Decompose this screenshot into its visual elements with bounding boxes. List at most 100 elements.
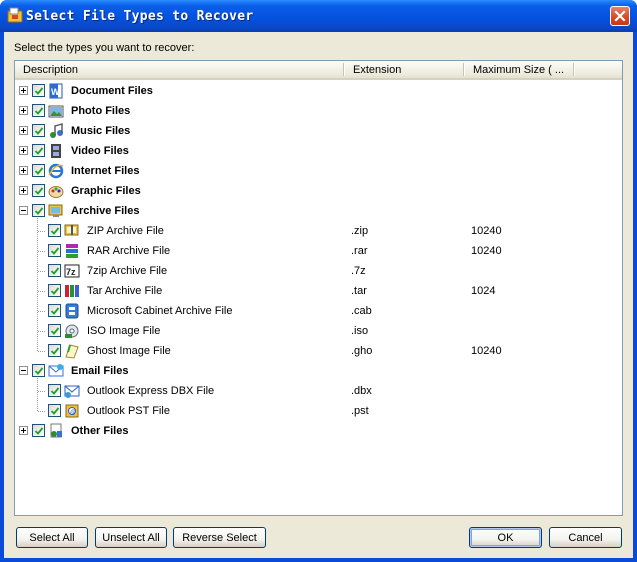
row-extension: .gho [351, 345, 373, 357]
paint-palette-icon [48, 186, 64, 198]
row-checkbox[interactable] [48, 284, 61, 297]
column-extension[interactable]: Extension [353, 64, 401, 76]
music-icon [50, 123, 63, 138]
row-checkbox[interactable] [32, 364, 45, 377]
row-checkbox[interactable] [32, 164, 45, 177]
row-description: Archive Files [71, 205, 140, 217]
photo-icon [48, 105, 64, 118]
row-description: Graphic Files [71, 185, 141, 197]
row-description: Tar Archive File [87, 285, 163, 297]
row-max-size: 10240 [471, 225, 502, 237]
column-description[interactable]: Description [23, 64, 78, 76]
category-row[interactable]: Graphic Files [15, 181, 622, 201]
expand-toggle[interactable] [19, 86, 28, 95]
tree-connector-line [38, 231, 45, 232]
row-extension: .tar [351, 285, 367, 297]
file-type-list[interactable]: Description Extension Maximum Size ( ...… [14, 60, 623, 516]
row-checkbox[interactable] [32, 124, 45, 137]
column-divider[interactable] [343, 63, 345, 76]
row-checkbox[interactable] [32, 144, 45, 157]
tree-connector-line [38, 331, 45, 332]
row-checkbox[interactable] [48, 224, 61, 237]
row-extension: .zip [351, 225, 369, 237]
file-type-row[interactable]: RAR Archive File .rar 10240 [15, 241, 622, 261]
file-type-row[interactable]: Ghost Image File .gho 10240 [15, 341, 622, 361]
film-strip-icon [51, 144, 61, 158]
row-checkbox[interactable] [32, 204, 45, 217]
check-mark-icon [50, 387, 60, 395]
row-checkbox[interactable] [32, 104, 45, 117]
collapse-toggle[interactable] [19, 206, 28, 215]
check-mark-icon [50, 407, 60, 415]
check-mark-icon [50, 267, 60, 275]
outlook-pst-icon: @ [65, 404, 79, 418]
tree-connector-line [38, 411, 45, 412]
column-divider[interactable] [463, 63, 465, 76]
row-description: Document Files [71, 85, 153, 97]
instruction-label: Select the types you want to recover: [14, 42, 195, 54]
row-description: Other Files [71, 425, 129, 437]
expand-toggle[interactable] [19, 426, 28, 435]
other-files-icon [50, 423, 62, 438]
tree-connector-line [38, 311, 45, 312]
select-all-button[interactable]: Select All [16, 527, 88, 548]
check-mark-icon [50, 327, 60, 335]
close-button[interactable] [610, 6, 630, 26]
row-checkbox[interactable] [48, 304, 61, 317]
row-checkbox[interactable] [48, 264, 61, 277]
disc-image-icon [65, 324, 79, 338]
file-type-row[interactable]: 7z 7zip Archive File .7z [15, 261, 622, 281]
cancel-button[interactable]: Cancel [549, 527, 622, 548]
expand-toggle[interactable] [19, 146, 28, 155]
row-extension: .rar [351, 245, 368, 257]
row-description: Video Files [71, 145, 129, 157]
expand-toggle[interactable] [19, 126, 28, 135]
category-row[interactable]: Email Files [15, 361, 622, 381]
tree-connector-line [38, 251, 45, 252]
row-description: ZIP Archive File [87, 225, 164, 237]
file-type-row[interactable]: Outlook Express DBX File .dbx [15, 381, 622, 401]
tar-archive-icon [65, 285, 79, 297]
row-extension: .dbx [351, 385, 372, 397]
row-checkbox[interactable] [48, 384, 61, 397]
category-row[interactable]: W Document Files [15, 81, 622, 101]
row-checkbox[interactable] [48, 404, 61, 417]
column-divider[interactable] [573, 63, 575, 76]
dialog-window: Select File Types to Recover Select the … [0, 0, 637, 562]
expand-toggle[interactable] [19, 106, 28, 115]
column-max-size[interactable]: Maximum Size ( ... [473, 64, 564, 76]
file-type-row[interactable]: ZIP Archive File .zip 10240 [15, 221, 622, 241]
file-type-row[interactable]: ISO Image File .iso [15, 321, 622, 341]
row-checkbox[interactable] [32, 424, 45, 437]
row-extension: .7z [351, 265, 366, 277]
file-type-row[interactable]: Microsoft Cabinet Archive File .cab [15, 301, 622, 321]
category-row[interactable]: Video Files [15, 141, 622, 161]
row-checkbox[interactable] [48, 244, 61, 257]
row-description: ISO Image File [87, 325, 161, 337]
check-mark-icon [34, 167, 44, 175]
expand-toggle[interactable] [19, 166, 28, 175]
file-type-row[interactable]: Tar Archive File .tar 1024 [15, 281, 622, 301]
title-bar[interactable]: Select File Types to Recover [0, 0, 637, 32]
row-checkbox[interactable] [48, 344, 61, 357]
row-description: Music Files [71, 125, 131, 137]
category-row[interactable]: Photo Files [15, 101, 622, 121]
reverse-select-button[interactable]: Reverse Select [173, 527, 266, 548]
category-row[interactable]: Internet Files [15, 161, 622, 181]
row-max-size: 1024 [471, 285, 496, 297]
row-checkbox[interactable] [48, 324, 61, 337]
category-row[interactable]: Other Files [15, 421, 622, 441]
category-row[interactable]: Archive Files [15, 201, 622, 221]
expand-toggle[interactable] [19, 186, 28, 195]
svg-text:7z: 7z [66, 267, 76, 277]
collapse-toggle[interactable] [19, 366, 28, 375]
unselect-all-button[interactable]: Unselect All [95, 527, 167, 548]
svg-text:@: @ [70, 410, 76, 416]
row-checkbox[interactable] [32, 184, 45, 197]
category-row[interactable]: Music Files [15, 121, 622, 141]
row-description: Internet Files [71, 165, 140, 177]
file-type-row[interactable]: @ Outlook PST File .pst [15, 401, 622, 421]
ok-button[interactable]: OK [469, 527, 542, 548]
row-checkbox[interactable] [32, 84, 45, 97]
check-mark-icon [34, 187, 44, 195]
